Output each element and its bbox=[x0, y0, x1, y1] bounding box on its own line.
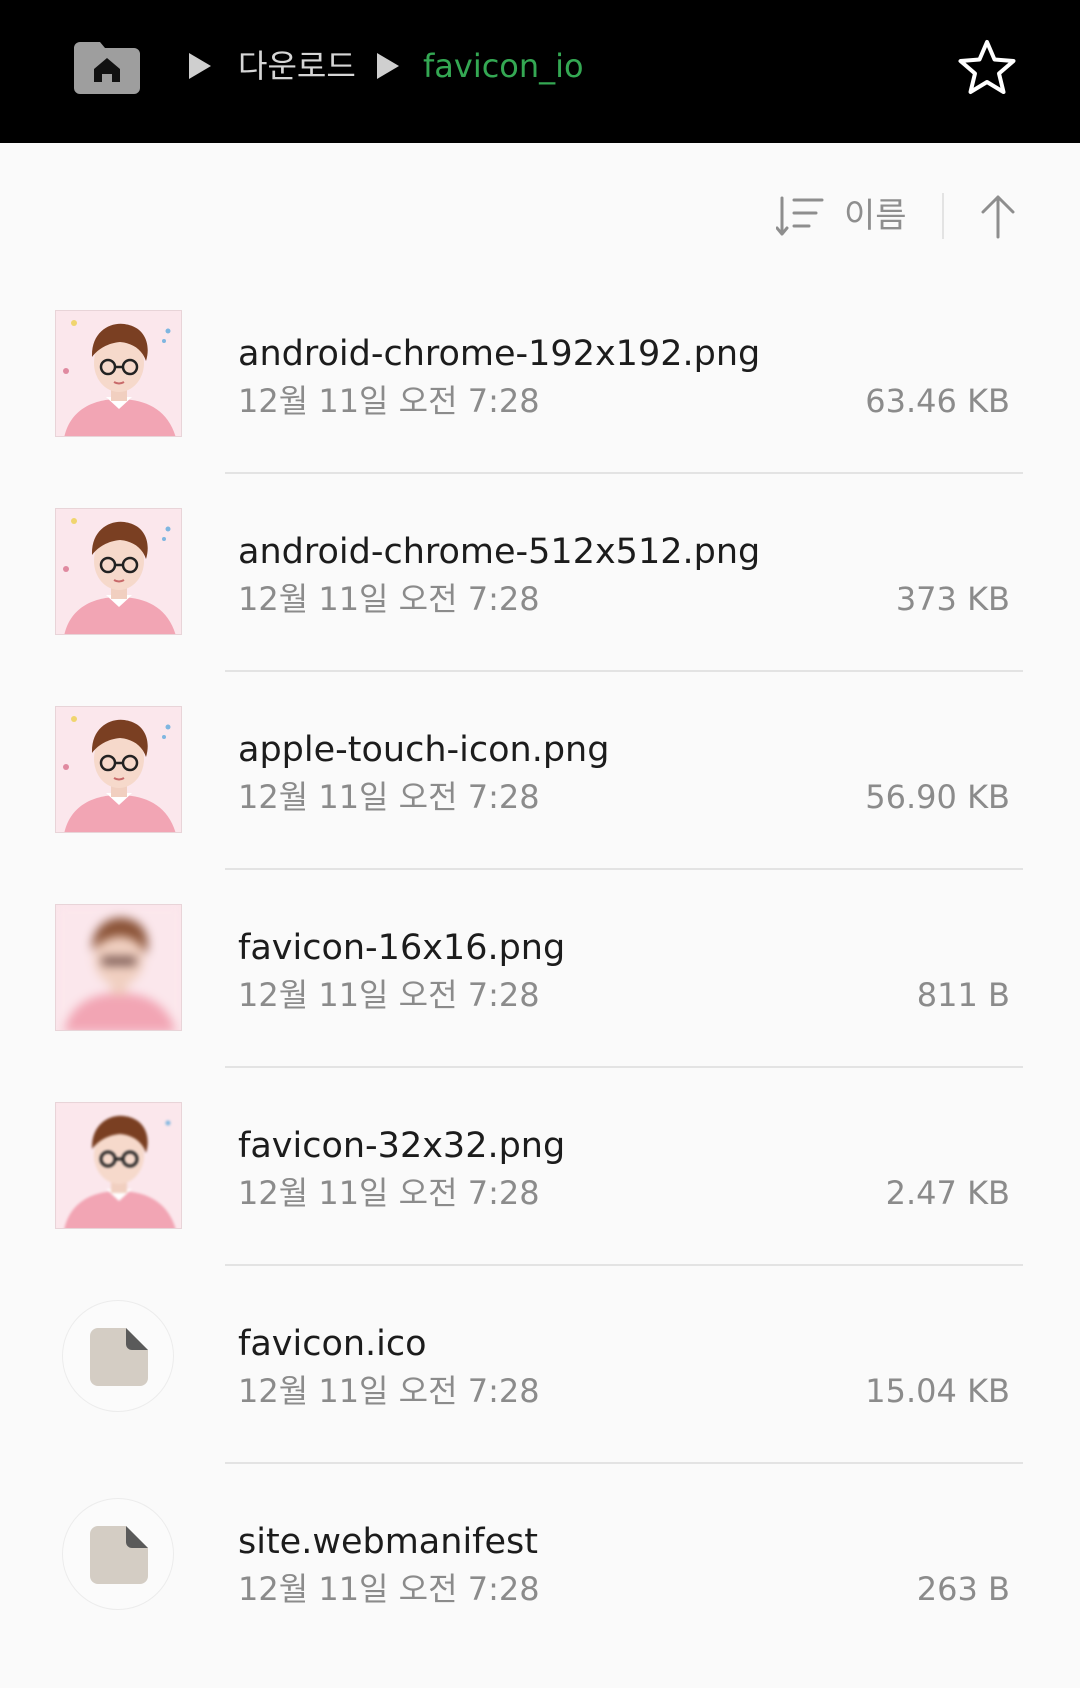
file-size: 63.46 KB bbox=[865, 382, 1010, 420]
file-size: 263 B bbox=[916, 1570, 1010, 1608]
star-outline-icon[interactable] bbox=[956, 38, 1018, 98]
row-divider bbox=[225, 1462, 1023, 1464]
file-size: 811 B bbox=[916, 976, 1010, 1014]
file-row[interactable]: android-chrome-192x192.png 12월 11일 오전 7:… bbox=[0, 302, 1080, 500]
breadcrumb-downloads[interactable]: 다운로드 bbox=[238, 42, 356, 90]
file-name: favicon-16x16.png bbox=[238, 928, 566, 968]
file-date: 12월 11일 오전 7:28 bbox=[238, 778, 540, 816]
home-folder-icon[interactable] bbox=[74, 38, 140, 94]
breadcrumb-current-folder[interactable]: favicon_io bbox=[423, 42, 584, 90]
sort-divider bbox=[942, 193, 944, 239]
sort-label[interactable]: 이름 bbox=[844, 191, 907, 241]
row-divider bbox=[225, 1264, 1023, 1266]
file-row[interactable]: site.webmanifest 12월 11일 오전 7:28 263 B bbox=[0, 1490, 1080, 1688]
file-name: favicon.ico bbox=[238, 1324, 427, 1364]
file-row[interactable]: favicon-16x16.png 12월 11일 오전 7:28 811 B bbox=[0, 896, 1080, 1094]
document-icon bbox=[62, 1300, 174, 1412]
row-divider bbox=[225, 670, 1023, 672]
image-thumbnail bbox=[55, 310, 182, 437]
file-row[interactable]: favicon.ico 12월 11일 오전 7:28 15.04 KB bbox=[0, 1292, 1080, 1490]
file-date: 12월 11일 오전 7:28 bbox=[238, 382, 540, 420]
top-bar: 다운로드 favicon_io bbox=[0, 0, 1080, 143]
play-arrow-icon bbox=[377, 53, 399, 79]
sort-bar: 이름 bbox=[0, 143, 1080, 293]
file-size: 56.90 KB bbox=[865, 778, 1010, 816]
file-date: 12월 11일 오전 7:28 bbox=[238, 1372, 540, 1410]
arrow-up-icon[interactable] bbox=[978, 193, 1018, 239]
file-name: android-chrome-512x512.png bbox=[238, 532, 761, 572]
file-row[interactable]: apple-touch-icon.png 12월 11일 오전 7:28 56.… bbox=[0, 698, 1080, 896]
file-name: android-chrome-192x192.png bbox=[238, 334, 761, 374]
file-size: 373 KB bbox=[895, 580, 1010, 618]
file-name: favicon-32x32.png bbox=[238, 1126, 566, 1166]
play-arrow-icon bbox=[189, 53, 211, 79]
row-divider bbox=[225, 868, 1023, 870]
file-row[interactable]: favicon-32x32.png 12월 11일 오전 7:28 2.47 K… bbox=[0, 1094, 1080, 1292]
file-size: 15.04 KB bbox=[865, 1372, 1010, 1410]
image-thumbnail bbox=[55, 904, 182, 1031]
file-name: apple-touch-icon.png bbox=[238, 730, 610, 770]
file-date: 12월 11일 오전 7:28 bbox=[238, 1570, 540, 1608]
file-date: 12월 11일 오전 7:28 bbox=[238, 580, 540, 618]
file-size: 2.47 KB bbox=[885, 1174, 1010, 1212]
image-thumbnail bbox=[55, 1102, 182, 1229]
file-date: 12월 11일 오전 7:28 bbox=[238, 1174, 540, 1212]
row-divider bbox=[225, 1066, 1023, 1068]
image-thumbnail bbox=[55, 706, 182, 833]
file-row[interactable]: android-chrome-512x512.png 12월 11일 오전 7:… bbox=[0, 500, 1080, 698]
sort-icon[interactable] bbox=[775, 196, 824, 238]
row-divider bbox=[225, 472, 1023, 474]
document-icon bbox=[62, 1498, 174, 1610]
image-thumbnail bbox=[55, 508, 182, 635]
file-name: site.webmanifest bbox=[238, 1522, 538, 1562]
file-date: 12월 11일 오전 7:28 bbox=[238, 976, 540, 1014]
